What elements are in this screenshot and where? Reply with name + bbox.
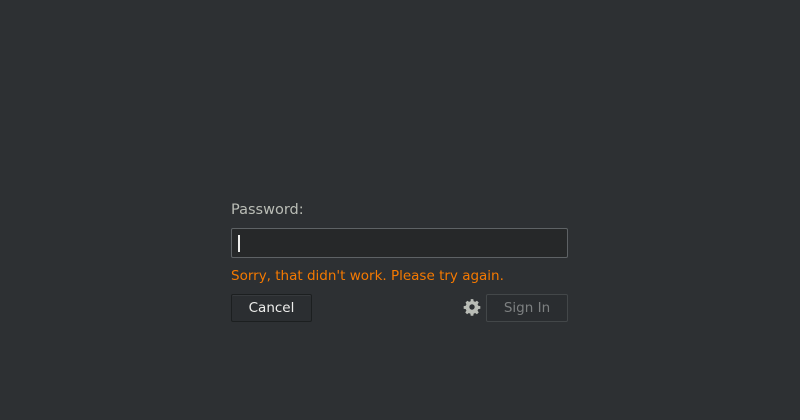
gear-icon[interactable]: [463, 298, 481, 316]
error-message: Sorry, that didn't work. Please try agai…: [231, 268, 504, 284]
password-label: Password:: [231, 202, 304, 218]
password-input[interactable]: [231, 228, 568, 258]
text-cursor: [238, 235, 240, 252]
sign-in-button[interactable]: Sign In: [486, 294, 568, 322]
cancel-button[interactable]: Cancel: [231, 294, 312, 322]
